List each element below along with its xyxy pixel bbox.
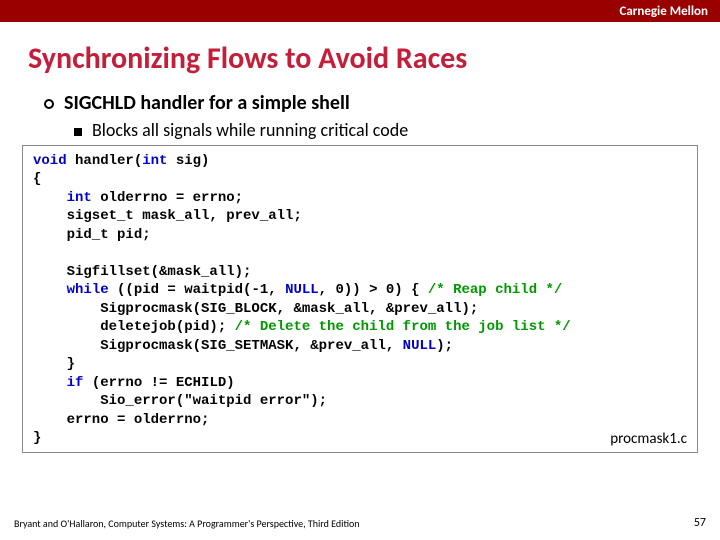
- credit-text: Bryant and O'Hallaron, Computer Systems:…: [14, 517, 360, 530]
- bullet-level2: Blocks all signals while running critica…: [74, 119, 720, 141]
- bullet-list: SIGCHLD handler for a simple shell Block…: [44, 91, 720, 141]
- slide-title: Synchronizing Flows to Avoid Races: [28, 40, 720, 77]
- code-content: void handler(int sig) { int olderrno = e…: [33, 152, 687, 448]
- square-bullet-icon: [74, 128, 82, 136]
- hollow-circle-icon: [44, 99, 54, 109]
- bullet-text: SIGCHLD handler for a simple shell: [64, 91, 350, 115]
- code-block: void handler(int sig) { int olderrno = e…: [22, 145, 698, 453]
- slide: Carnegie Mellon Synchronizing Flows to A…: [0, 0, 720, 540]
- header-bar: Carnegie Mellon: [0, 0, 720, 22]
- page-number: 57: [694, 516, 706, 530]
- brand-label: Carnegie Mellon: [619, 4, 708, 19]
- footer: Bryant and O'Hallaron, Computer Systems:…: [14, 516, 706, 530]
- source-filename: procmask1.c: [610, 430, 687, 448]
- bullet-level1: SIGCHLD handler for a simple shell: [44, 91, 720, 115]
- bullet-text: Blocks all signals while running critica…: [92, 119, 408, 141]
